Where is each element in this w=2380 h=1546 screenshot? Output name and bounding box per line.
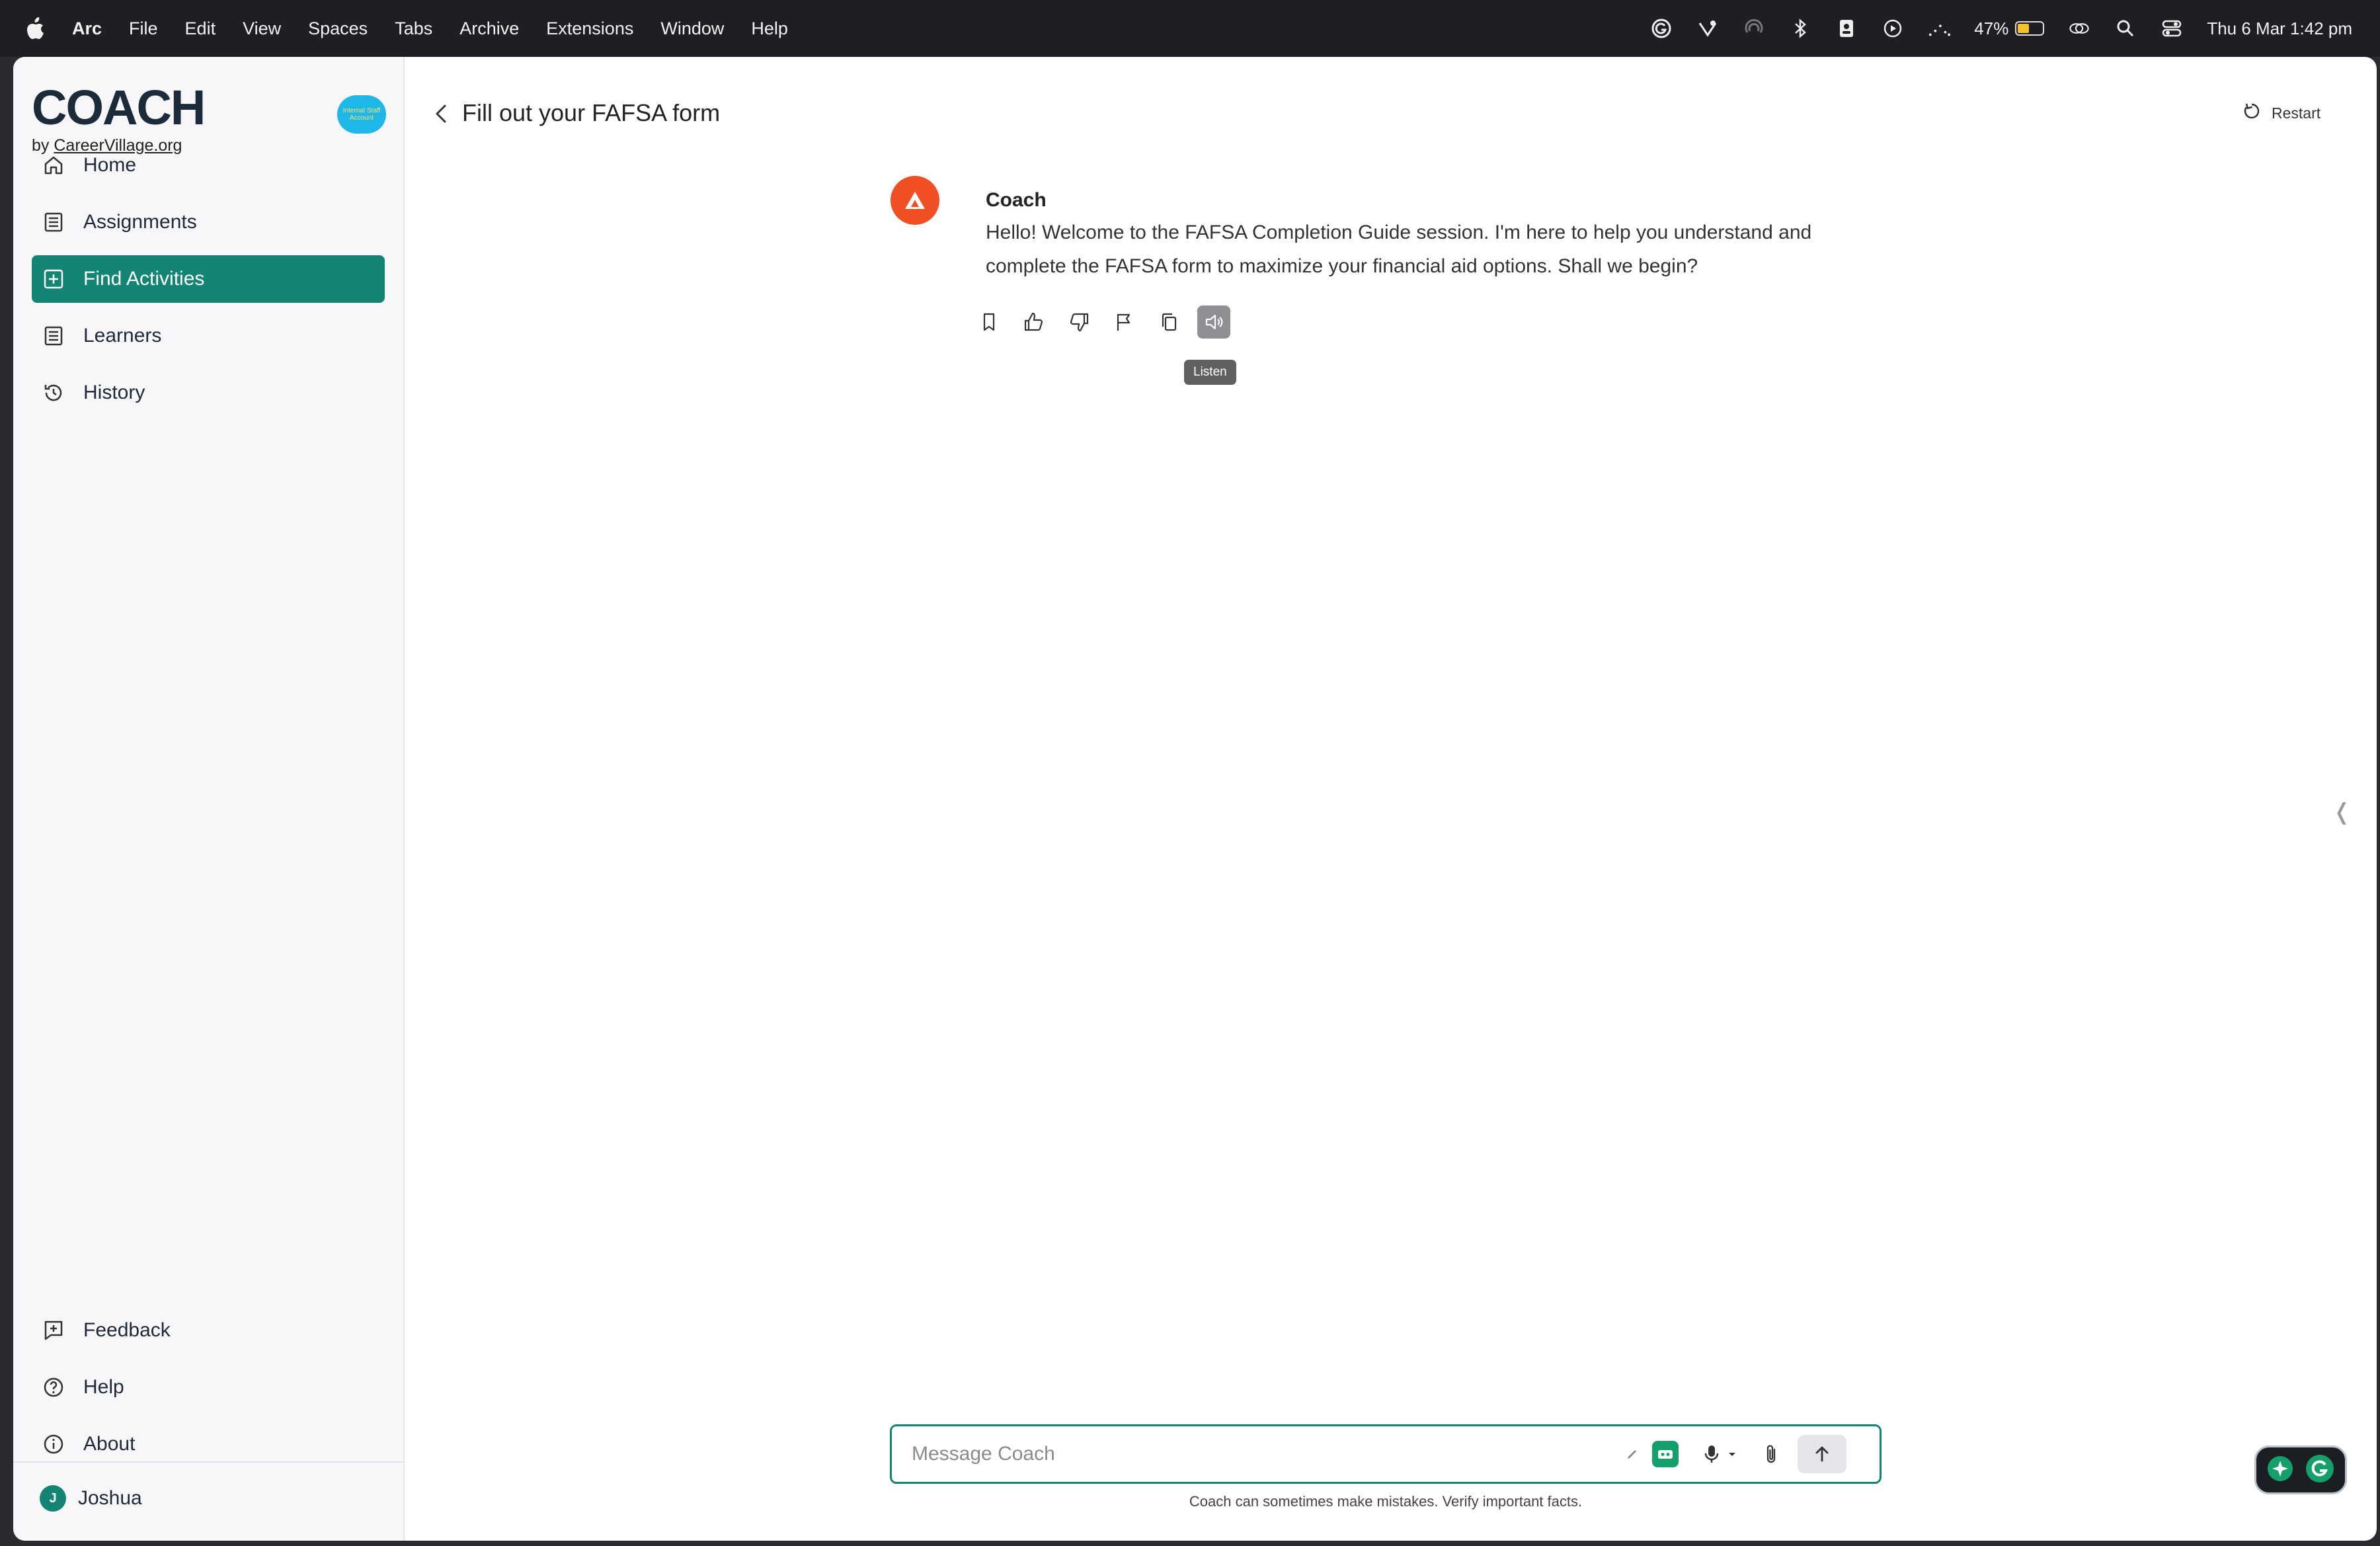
avatar: J: [40, 1485, 66, 1512]
list-icon: [41, 323, 66, 348]
bookmark-button[interactable]: [972, 305, 1006, 339]
sidebar: COACH by CareerVillage.org Internal Staf…: [13, 57, 405, 1541]
grammarly-floating-widget[interactable]: [2254, 1445, 2347, 1494]
copy-icon: [1162, 313, 1177, 331]
send-button[interactable]: [1798, 1435, 1846, 1473]
menu-clock[interactable]: Thu 6 Mar 1:42 pm: [2207, 19, 2352, 39]
battery-icon: [2015, 21, 2045, 36]
arrow-up-icon: [1815, 1446, 1829, 1462]
menu-tabs[interactable]: Tabs: [395, 19, 432, 39]
sidebar-item-history[interactable]: History: [32, 369, 385, 417]
thumbs-up-button[interactable]: [1017, 305, 1051, 339]
microphone-icon[interactable]: [1698, 1441, 1725, 1467]
help-icon: [41, 1375, 66, 1400]
menu-archive[interactable]: Archive: [459, 19, 519, 39]
menu-edit[interactable]: Edit: [185, 19, 216, 39]
disclaimer-text: Coach can sometimes make mistakes. Verif…: [1189, 1493, 1583, 1510]
sidebar-item-feedback[interactable]: Feedback: [32, 1307, 385, 1354]
vpn-icon[interactable]: [1696, 17, 1719, 40]
flag-icon: [1117, 313, 1130, 331]
coach-avatar: [891, 176, 939, 225]
page-title: Fill out your FAFSA form: [462, 99, 721, 126]
apple-icon[interactable]: [25, 17, 45, 40]
mic-dropdown-chevron-icon[interactable]: [1725, 1441, 1739, 1467]
sidebar-item-label: Home: [83, 154, 137, 176]
sidebar-divider: [13, 1461, 403, 1463]
back-arrow-icon[interactable]: [428, 101, 455, 127]
message-input[interactable]: [910, 1442, 1614, 1466]
app-window: COACH by CareerVillage.org Internal Staf…: [13, 57, 2377, 1541]
menu-bar: Arc File Edit View Spaces Tabs Archive E…: [0, 0, 2380, 57]
play-icon[interactable]: [1882, 17, 1904, 40]
sidebar-item-label: About: [83, 1433, 136, 1455]
plus-square-icon: [41, 266, 66, 292]
message-composer: [890, 1424, 1882, 1484]
battery-status[interactable]: 47%: [1974, 18, 2045, 39]
control-center-icon[interactable]: [2161, 17, 2183, 40]
screen-mirroring-icon[interactable]: [2068, 17, 2090, 40]
history-icon: [41, 380, 66, 405]
restart-label: Restart: [2272, 104, 2321, 122]
sidebar-item-label: History: [83, 382, 145, 403]
battery-level-fill: [2018, 24, 2030, 33]
sparkle-icon: [2266, 1455, 2294, 1486]
panel-toggle-chevron-icon[interactable]: ❬: [2332, 799, 2352, 825]
flag-button[interactable]: [1107, 305, 1140, 339]
listen-button[interactable]: [1197, 305, 1230, 339]
feedback-icon: [41, 1318, 66, 1343]
battery-percent: 47%: [1974, 18, 2009, 38]
home-icon: [41, 153, 66, 178]
info-icon: [41, 1432, 66, 1457]
grammarly-menu-icon[interactable]: [1650, 17, 1673, 40]
menu-view[interactable]: View: [243, 19, 281, 39]
thumbs-up-icon: [1024, 312, 1043, 331]
sidebar-item-label: Feedback: [83, 1319, 171, 1341]
copy-button[interactable]: [1152, 305, 1185, 339]
restart-button[interactable]: Restart: [2241, 101, 2320, 126]
sidebar-item-learners[interactable]: Learners: [32, 312, 385, 360]
sidebar-item-assignments[interactable]: Assignments: [32, 198, 385, 246]
bluetooth-icon[interactable]: [1789, 17, 1811, 40]
menu-help[interactable]: Help: [751, 19, 788, 39]
list-icon: [41, 210, 66, 235]
sidebar-item-label: Help: [83, 1376, 124, 1398]
spotlight-search-icon[interactable]: [2114, 17, 2137, 40]
attachment-icon[interactable]: [1758, 1441, 1784, 1467]
grammarly-assist-icon: [1652, 1441, 1679, 1467]
thumbs-down-icon: [1070, 313, 1089, 332]
message-actions: [972, 305, 1230, 339]
restart-icon: [2241, 101, 2262, 126]
sidebar-item-label: Assignments: [83, 211, 197, 233]
grammarly-g-icon: [2305, 1453, 2335, 1487]
listen-tooltip: Listen: [1184, 360, 1236, 385]
menu-window[interactable]: Window: [660, 19, 724, 39]
sidebar-item-find-activities[interactable]: Find Activities: [32, 255, 385, 303]
speaker-icon: [1205, 314, 1223, 330]
message-sender: Coach: [986, 189, 1047, 211]
menu-app-name[interactable]: Arc: [72, 19, 102, 39]
staff-account-badge: Internal Staff Account: [337, 95, 386, 134]
menu-extensions[interactable]: Extensions: [546, 19, 633, 39]
user-name: Joshua: [78, 1487, 142, 1509]
thumbs-down-button[interactable]: [1062, 305, 1095, 339]
activity-icon[interactable]: [1928, 17, 1951, 40]
menu-spaces[interactable]: Spaces: [308, 19, 368, 39]
contacts-icon[interactable]: [1835, 17, 1858, 40]
airdrop-icon[interactable]: [1743, 17, 1765, 40]
message-text: Hello! Welcome to the FAFSA Completion G…: [986, 222, 1812, 277]
logo-wordmark: COACH: [32, 80, 206, 135]
pen-icon: [1619, 1441, 1646, 1467]
sidebar-item-home[interactable]: Home: [32, 142, 385, 189]
grammarly-pill[interactable]: [1619, 1441, 1679, 1467]
user-profile[interactable]: J Joshua: [40, 1485, 142, 1512]
sidebar-item-help[interactable]: Help: [32, 1363, 385, 1411]
bookmark-icon: [983, 313, 995, 331]
sidebar-item-label: Learners: [83, 325, 162, 346]
menu-file[interactable]: File: [129, 19, 158, 39]
sidebar-item-label: Find Activities: [83, 268, 205, 290]
